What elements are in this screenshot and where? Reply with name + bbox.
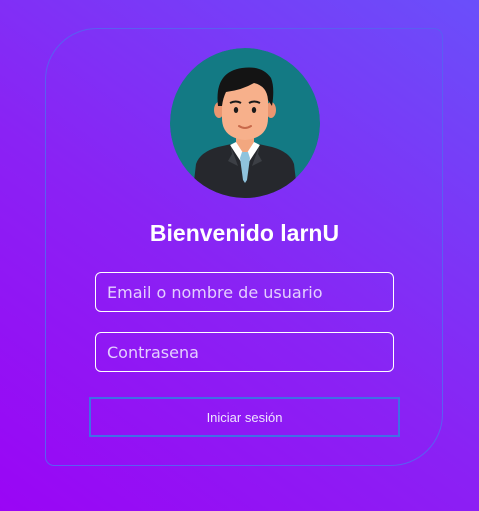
email-field[interactable] <box>95 272 394 312</box>
password-field[interactable] <box>95 332 394 372</box>
user-avatar-icon <box>170 48 320 198</box>
welcome-title: Bienvenido larnU <box>149 220 340 246</box>
login-button[interactable]: Iniciar sesión <box>89 397 400 437</box>
